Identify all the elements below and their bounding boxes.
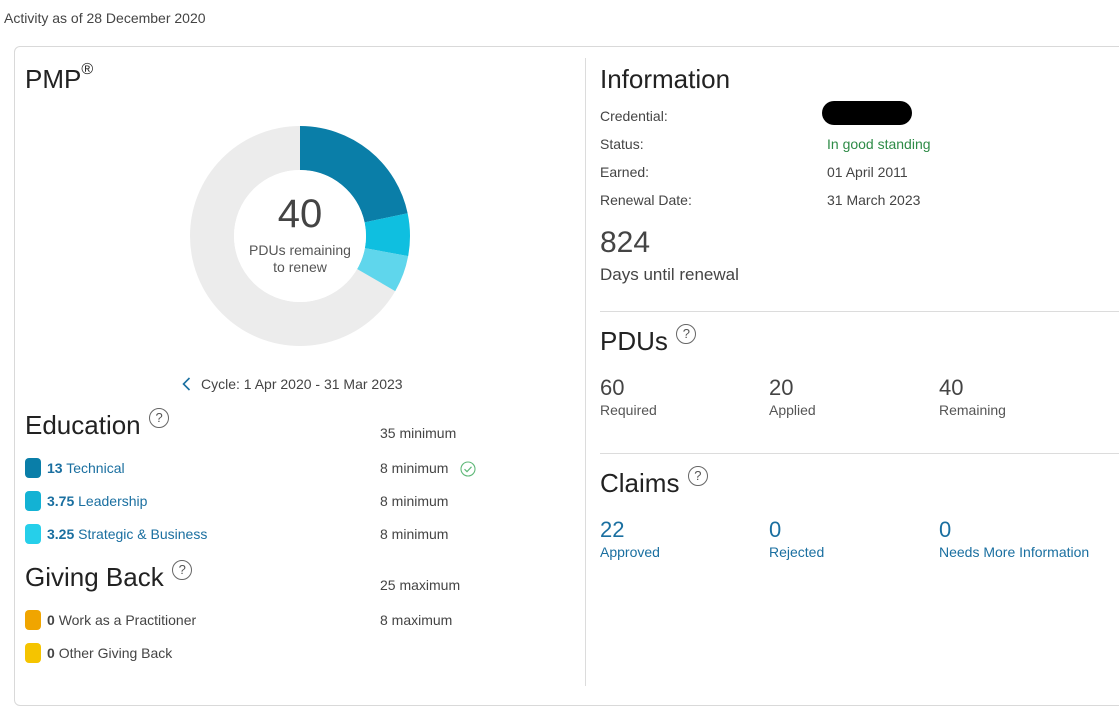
pdus-remaining-stat-label: Remaining <box>939 402 1006 418</box>
days-until-renewal-label: Days until renewal <box>600 265 739 284</box>
technical-swatch <box>25 458 41 478</box>
claims-rejected-value[interactable]: 0 <box>769 517 781 543</box>
pdus-applied-label: Applied <box>769 402 816 418</box>
other-giving-swatch <box>25 643 41 663</box>
claims-approved-link[interactable]: Approved <box>600 544 660 560</box>
technical-requirement: 8 minimum <box>380 460 476 477</box>
claims-title: Claims <box>600 468 680 498</box>
information-title: Information <box>600 64 731 94</box>
days-until-renewal-value: 824 <box>600 226 651 259</box>
pdus-remaining-label-line2: to renew <box>273 259 327 275</box>
credential-title: PMP® <box>25 61 94 95</box>
strategic-link[interactable]: 3.25 Strategic & Business <box>47 526 207 542</box>
education-help-icon[interactable]: ? <box>149 408 170 428</box>
pdus-required-label: Required <box>600 402 657 418</box>
pdus-required-value: 60 <box>600 375 625 400</box>
activity-date: Activity as of 28 December 2020 <box>4 10 206 26</box>
check-circle-icon <box>460 461 476 477</box>
education-summary: 35 minimum <box>380 425 457 441</box>
practitioner-text: 0 Work as a Practitioner <box>47 612 197 628</box>
giving-back-header: Giving Back ? <box>25 560 193 593</box>
earned-label: Earned: <box>600 164 650 180</box>
leadership-swatch <box>25 491 41 511</box>
strategic-requirement: 8 minimum <box>380 526 449 542</box>
giving-item-practitioner: 0 Work as a Practitioner <box>25 610 196 630</box>
claims-approved-value[interactable]: 22 <box>600 517 624 543</box>
technical-link[interactable]: 13 Technical <box>47 460 125 476</box>
earned-value: 01 April 2011 <box>827 164 908 180</box>
claims-needs-info-value[interactable]: 0 <box>939 517 951 543</box>
technical-requirement-text: 8 minimum <box>380 460 449 476</box>
education-item-leadership: 3.75 Leadership <box>25 491 147 511</box>
section-divider <box>600 311 1119 312</box>
pdus-applied-value: 20 <box>769 375 794 400</box>
claims-header: Claims ? <box>600 466 708 499</box>
education-header: Education ? <box>25 408 170 441</box>
pdus-title: PDUs <box>600 326 668 356</box>
registered-mark: ® <box>81 61 94 79</box>
strategic-swatch <box>25 524 41 544</box>
pdus-remaining-label: PDUs remaining to renew <box>230 242 370 276</box>
leadership-link[interactable]: 3.75 Leadership <box>47 493 147 509</box>
renewal-date-value: 31 March 2023 <box>827 192 921 208</box>
giving-back-help-icon[interactable]: ? <box>172 560 193 580</box>
leadership-requirement: 8 minimum <box>380 493 449 509</box>
education-title: Education <box>25 410 141 440</box>
education-item-technical: 13 Technical <box>25 458 125 478</box>
claims-help-icon[interactable]: ? <box>687 466 708 486</box>
other-giving-text: 0 Other Giving Back <box>47 645 173 661</box>
pdus-header: PDUs ? <box>600 324 697 357</box>
chevron-left-icon[interactable] <box>182 377 191 391</box>
claims-rejected-link[interactable]: Rejected <box>769 544 824 560</box>
credential-redacted <box>822 101 912 125</box>
status-label: Status: <box>600 136 644 152</box>
giving-back-title: Giving Back <box>25 562 164 592</box>
credential-label: Credential: <box>600 108 668 124</box>
practitioner-swatch <box>25 610 41 630</box>
claims-needs-info-link[interactable]: Needs More Information <box>939 544 1089 560</box>
pdus-remaining-stat-value: 40 <box>939 375 964 400</box>
education-item-strategic: 3.25 Strategic & Business <box>25 524 207 544</box>
section-divider-2 <box>600 453 1119 454</box>
practitioner-requirement: 8 maximum <box>380 612 453 628</box>
giving-item-other: 0 Other Giving Back <box>25 643 172 663</box>
credential-name: PMP <box>25 64 82 94</box>
pdus-help-icon[interactable]: ? <box>676 324 697 344</box>
column-divider <box>585 58 586 686</box>
pdus-remaining-label-line1: PDUs remaining <box>249 242 351 258</box>
pdus-remaining-value: 40 <box>277 192 323 236</box>
renewal-date-label: Renewal Date: <box>600 192 692 208</box>
giving-back-summary: 25 maximum <box>380 577 461 593</box>
status-value: In good standing <box>827 136 931 152</box>
cycle-text: Cycle: 1 Apr 2020 - 31 Mar 2023 <box>201 376 403 392</box>
cycle-selector: Cycle: 1 Apr 2020 - 31 Mar 2023 <box>182 376 403 392</box>
